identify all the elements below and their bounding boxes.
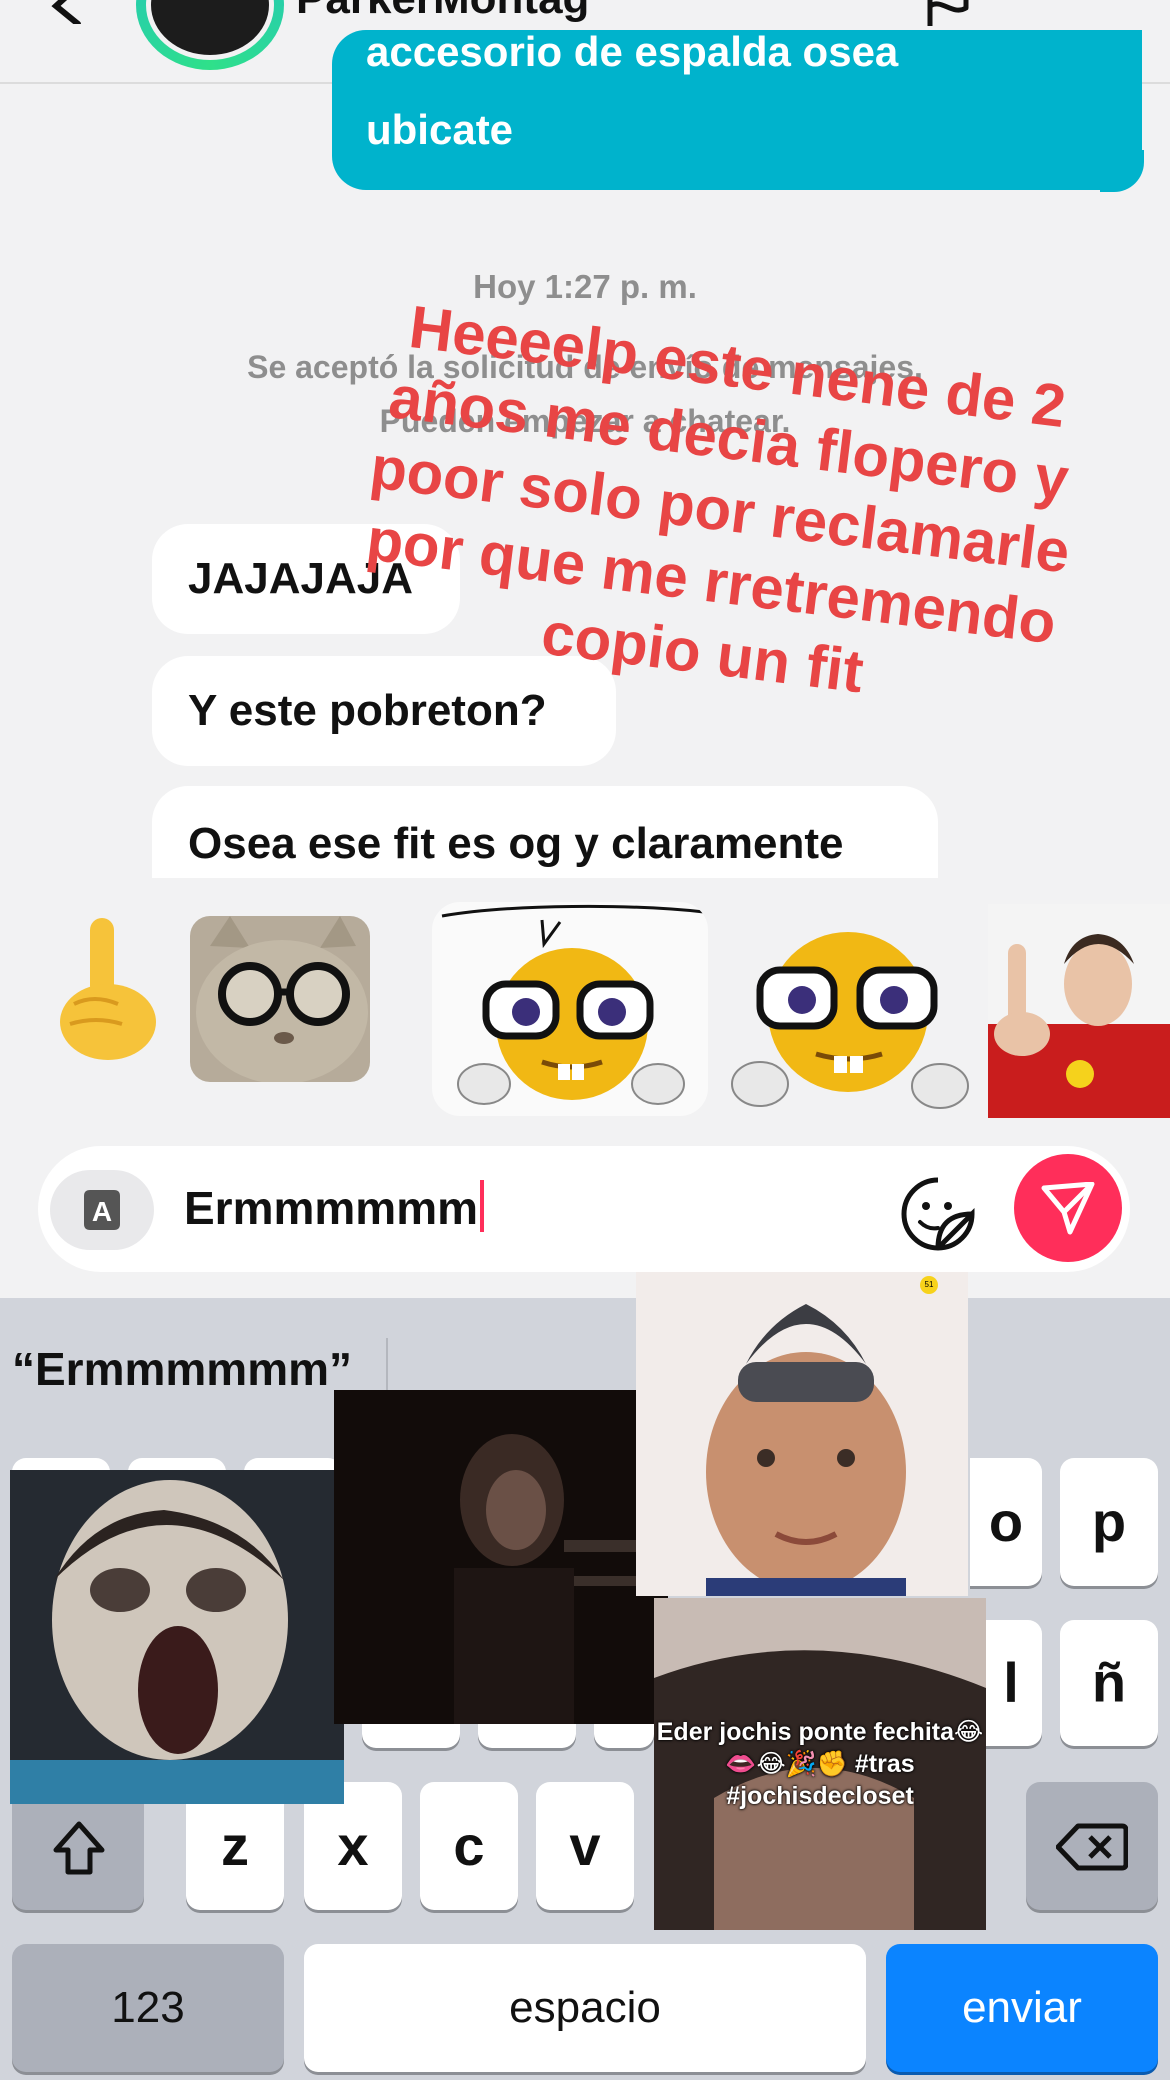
key-o[interactable]: o xyxy=(970,1458,1042,1586)
incoming-message-bubble[interactable]: Y este pobreton? xyxy=(152,656,616,766)
outgoing-bubble-tail xyxy=(1100,150,1144,192)
text-style-icon: A xyxy=(84,1190,120,1230)
nerd-emoji-sticker[interactable] xyxy=(730,910,970,1120)
autocomplete-suggestion[interactable]: “Ermmmmmm” xyxy=(12,1342,352,1396)
backspace-icon xyxy=(1056,1823,1128,1871)
cat-with-glasses-sticker[interactable] xyxy=(190,916,370,1082)
meme-caption-line: #jochisdecloset xyxy=(726,1782,914,1810)
incoming-message-bubble[interactable]: Osea ese fit es og y claramente xyxy=(152,786,938,878)
message-timestamp: Hoy 1:27 p. m. xyxy=(473,268,697,305)
flag-report-icon[interactable] xyxy=(922,0,970,26)
text-cursor xyxy=(480,1180,484,1232)
back-arrow-icon[interactable] xyxy=(42,0,86,24)
key-p[interactable]: p xyxy=(1060,1458,1158,1586)
send-button[interactable] xyxy=(1014,1154,1122,1262)
more-options-icon[interactable] xyxy=(1052,0,1112,8)
sticker-suggestions xyxy=(0,880,1170,1130)
avatar-photo xyxy=(146,0,274,60)
key-c[interactable]: c xyxy=(420,1782,518,1910)
face-meme: 51 xyxy=(636,1272,968,1596)
numbers-key[interactable]: 123 xyxy=(12,1944,284,2072)
tiktok-hair-meme: Eder jochis ponte fechita😂 👄😂🎉✊ #tras #j… xyxy=(654,1598,986,1930)
svg-text:A: A xyxy=(92,1196,112,1227)
delete-key[interactable] xyxy=(1026,1782,1158,1910)
outgoing-message-text: ubicate xyxy=(366,106,514,153)
send-arrow-icon xyxy=(1041,1182,1095,1235)
key-n-tilde[interactable]: ñ xyxy=(1060,1620,1158,1746)
message-input[interactable]: Ermmmmmm xyxy=(184,1176,484,1240)
avatar[interactable] xyxy=(136,0,284,70)
meme-caption-line: 👄😂🎉✊ #tras xyxy=(725,1750,915,1778)
nerd-emoji-speech-sticker[interactable] xyxy=(432,902,708,1116)
pointing-finger-sticker[interactable] xyxy=(44,912,164,1062)
key-l[interactable]: l xyxy=(980,1620,1042,1746)
racing-driver-sticker[interactable] xyxy=(988,904,1170,1118)
space-key[interactable]: espacio xyxy=(304,1944,866,2072)
outgoing-message-text: accesorio de espalda osea xyxy=(366,30,899,75)
screaming-kid-meme xyxy=(10,1470,344,1804)
key-v[interactable]: v xyxy=(536,1782,634,1910)
keyboard-send-key[interactable]: enviar xyxy=(886,1944,1158,2072)
contact-name[interactable]: ParkerMontag xyxy=(296,0,589,24)
sticker-count-badge: 51 xyxy=(920,1276,938,1294)
text-mode-button[interactable]: A xyxy=(50,1170,154,1250)
suggestion-divider xyxy=(386,1338,388,1398)
sticker-icon[interactable] xyxy=(900,1176,976,1252)
outgoing-message-bubble[interactable]: accesorio de espalda osea ubicate xyxy=(332,30,1142,190)
shift-arrow-icon xyxy=(53,1821,105,1875)
meme-caption-line: Eder jochis ponte fechita😂 xyxy=(656,1718,984,1746)
dark-scene-meme xyxy=(334,1390,668,1724)
message-input-value: Ermmmmmm xyxy=(184,1182,478,1234)
